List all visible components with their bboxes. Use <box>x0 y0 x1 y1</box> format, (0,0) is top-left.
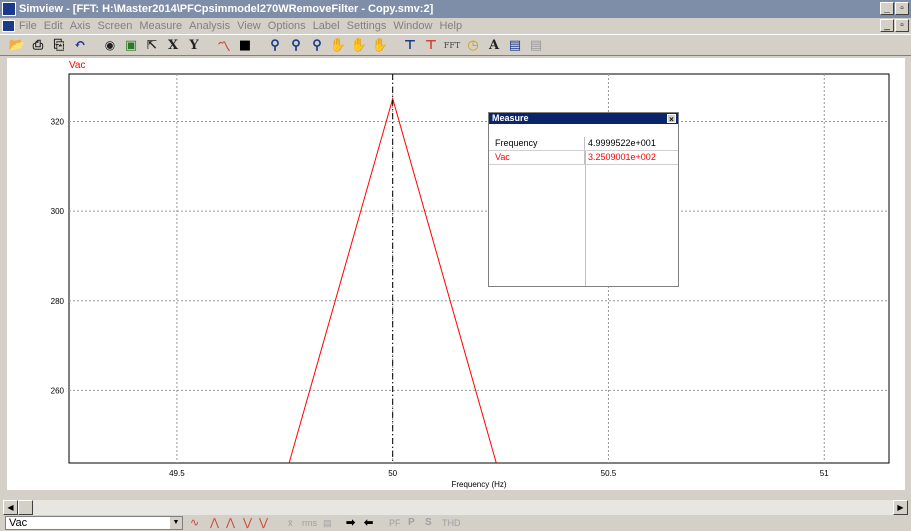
measure-column-divider <box>585 151 586 286</box>
x-tick-label: 50 <box>388 469 397 478</box>
p-button[interactable]: P <box>408 516 415 530</box>
legend-vac: Vac <box>69 60 86 71</box>
bottom-bar: Vac ▼ ∿ ⋀ ⋀ ⋁ ⋁ x̄ rms ▤ ➡ ⬅ PF P S THD <box>0 516 911 531</box>
x-axis-label: Frequency (Hz) <box>451 480 506 489</box>
arrow-right-icon[interactable]: ➡ <box>346 516 355 530</box>
scroll-right-icon[interactable]: ▶ <box>893 500 908 515</box>
plot-frame <box>68 73 890 464</box>
measure-label: Frequency <box>489 137 585 150</box>
scroll-thumb[interactable] <box>18 500 33 515</box>
measure-title-bar[interactable]: Measure × <box>489 113 678 124</box>
sine-icon[interactable]: ∿ <box>190 516 199 530</box>
y-tick-label: 260 <box>51 386 65 395</box>
close-icon[interactable]: × <box>667 114 676 124</box>
rms-button[interactable]: rms <box>302 516 317 530</box>
tick-labels: 49.5 50 50.5 51 260 280 300 320 Frequency (Hz) <box>51 118 830 489</box>
measure-row: Frequency 4.9999522e+001 <box>489 137 678 151</box>
max-icon[interactable]: ⋀ <box>210 516 219 530</box>
measure-value: 4.9999522e+001 <box>588 138 656 148</box>
pf-button[interactable]: PF <box>389 516 401 530</box>
thd-button[interactable]: THD <box>442 516 461 530</box>
x-tick-label: 49.5 <box>169 469 185 478</box>
variable-select[interactable]: Vac ▼ <box>5 516 183 530</box>
calc-icon[interactable]: ▤ <box>323 516 332 530</box>
scroll-left-icon[interactable]: ◀ <box>3 500 18 515</box>
arrow-left-icon[interactable]: ⬅ <box>364 516 373 530</box>
grid <box>68 73 890 464</box>
y-tick-label: 280 <box>51 297 65 306</box>
measure-row: Vac 3.2509001e+002 <box>489 151 678 165</box>
measure-value: 3.2509001e+002 <box>588 152 656 162</box>
avg-button[interactable]: x̄ <box>288 516 293 530</box>
x-tick-label: 50.5 <box>601 469 617 478</box>
variable-select-value: Vac <box>9 517 28 529</box>
s-button[interactable]: S <box>425 516 432 530</box>
y-tick-label: 320 <box>51 118 65 127</box>
horizontal-scrollbar[interactable]: ◀ ▶ <box>3 500 908 515</box>
y-tick-label: 300 <box>51 207 65 216</box>
measure-window[interactable]: Measure × Frequency 4.9999522e+001 Vac 3… <box>488 112 679 287</box>
measure-title: Measure <box>492 113 529 123</box>
x-tick-label: 51 <box>820 469 829 478</box>
min-icon[interactable]: ⋁ <box>243 516 252 530</box>
fft-chart: 49.5 50 50.5 51 260 280 300 320 Frequency (Hz) <box>51 73 890 489</box>
chevron-down-icon[interactable]: ▼ <box>170 517 182 529</box>
min-multi-icon[interactable]: ⋁ <box>259 516 268 530</box>
measure-label: Vac <box>489 151 585 164</box>
max-multi-icon[interactable]: ⋀ <box>226 516 235 530</box>
